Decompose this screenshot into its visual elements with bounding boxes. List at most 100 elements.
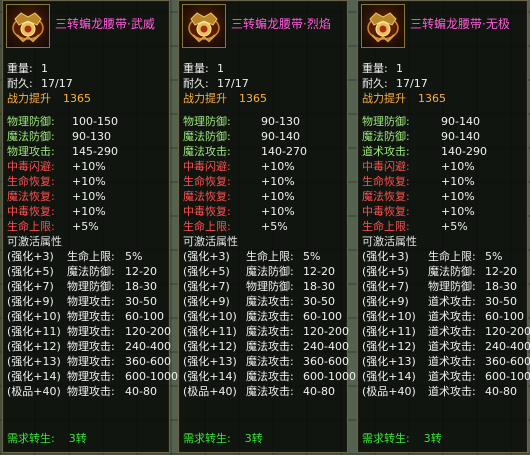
stat-row: 魔法防御: 90-140 bbox=[362, 129, 525, 144]
upgrade-stat-value: 600-1000 bbox=[125, 370, 178, 383]
upgrade-stat-label: 魔法攻击: bbox=[246, 370, 294, 383]
stat-row: 魔法防御: 90-130 bbox=[7, 129, 167, 144]
upgrade-row: (强化+5) 魔法防御: 12-20 bbox=[183, 264, 345, 279]
stat-row-value: +10% bbox=[441, 205, 475, 218]
upgrade-row: (强化+3) 生命上限: 5% bbox=[362, 249, 525, 264]
item-title: 三转蝙龙腰带·无极 bbox=[410, 17, 510, 31]
weight-row-value: 1 bbox=[396, 62, 403, 75]
stat-row: 中毒恢复: +10% bbox=[7, 204, 167, 219]
belt-item-icon bbox=[6, 4, 50, 48]
upgrade-stat-value: 600-1000 bbox=[303, 370, 356, 383]
upgrade-row: (强化+12) 物理攻击: 240-400 bbox=[7, 339, 171, 354]
upgrade-row: (强化+14) 道术攻击: 600-1000 bbox=[362, 369, 530, 384]
upgrade-row: (强化+10) 物理攻击: 60-100 bbox=[7, 309, 167, 324]
upgrade-stat-value: 5% bbox=[303, 250, 321, 263]
upgrade-stat-label: 魔法攻击: bbox=[246, 295, 294, 308]
stat-row-value: +10% bbox=[261, 160, 295, 173]
stat-row-value: 90-130 bbox=[72, 130, 111, 143]
upgrade-level: (强化+7) bbox=[362, 280, 409, 293]
weight-row: 重量: 1 bbox=[7, 61, 167, 76]
stat-row-label: 中毒闪避: bbox=[7, 160, 55, 173]
item-title: 三转蝙龙腰带·武威 bbox=[55, 17, 155, 31]
stat-row: 物理防御: 90-140 bbox=[362, 114, 525, 129]
stat-row-value: 140-290 bbox=[441, 145, 487, 158]
stat-row-label: 魔法防御: bbox=[183, 130, 231, 143]
stat-row-value: 90-140 bbox=[261, 130, 300, 143]
upgrade-stat-value: 60-100 bbox=[485, 310, 524, 323]
stat-row-value: +10% bbox=[72, 160, 106, 173]
upgrade-stat-value: 120-200 bbox=[125, 325, 171, 338]
upgrade-stat-label: 物理防御: bbox=[246, 280, 294, 293]
activatable-header: 可激活属性 bbox=[7, 234, 167, 249]
power-row: 战力提升 1365 bbox=[183, 91, 345, 106]
upgrade-stat-label: 物理防御: bbox=[428, 280, 476, 293]
upgrade-stat-value: 40-80 bbox=[485, 385, 517, 398]
upgrade-stat-value: 360-600 bbox=[485, 355, 530, 368]
upgrade-stat-label: 物理攻击: bbox=[67, 295, 115, 308]
upgrade-stat-value: 360-600 bbox=[125, 355, 171, 368]
power-row-value: 1365 bbox=[418, 92, 446, 105]
stat-row-value: 90-140 bbox=[441, 115, 480, 128]
upgrade-stat-value: 40-80 bbox=[125, 385, 157, 398]
upgrade-row: (强化+5) 魔法防御: 12-20 bbox=[362, 264, 525, 279]
stat-row-label: 物理攻击: bbox=[7, 145, 55, 158]
upgrade-stat-value: 30-50 bbox=[303, 295, 335, 308]
weight-row-value: 1 bbox=[41, 62, 48, 75]
upgrade-level: (强化+12) bbox=[7, 340, 61, 353]
stat-row-value: +10% bbox=[441, 190, 475, 203]
weight-row: 重量: 1 bbox=[362, 61, 525, 76]
upgrade-row: (强化+3) 生命上限: 5% bbox=[183, 249, 345, 264]
upgrade-stat-value: 30-50 bbox=[485, 295, 517, 308]
upgrade-stat-label: 生命上限: bbox=[67, 250, 115, 263]
upgrade-stat-label: 魔法攻击: bbox=[246, 325, 294, 338]
stat-row: 中毒闪避: +10% bbox=[7, 159, 167, 174]
requirement-label: 需求转生: bbox=[362, 432, 410, 445]
upgrade-level: (强化+14) bbox=[7, 370, 61, 383]
item-tooltip: 三转蝙龙腰带·无极 重量: 1 耐久: 17/17 战力提升 1365 物理防御: 90-14… bbox=[357, 0, 530, 453]
upgrade-stat-value: 600-1000 bbox=[485, 370, 530, 383]
durability-row-label: 耐久: bbox=[7, 77, 33, 90]
upgrade-stat-label: 道术攻击: bbox=[428, 370, 476, 383]
stat-row-label: 魔法防御: bbox=[7, 130, 55, 143]
upgrade-level: (强化+10) bbox=[183, 310, 237, 323]
upgrade-stat-value: 12-20 bbox=[125, 265, 157, 278]
upgrade-stat-value: 60-100 bbox=[303, 310, 342, 323]
upgrade-stat-value: 240-400 bbox=[303, 340, 349, 353]
upgrade-row: (强化+13) 道术攻击: 360-600 bbox=[362, 354, 530, 369]
upgrade-row: (强化+11) 物理攻击: 120-200 bbox=[7, 324, 171, 339]
upgrade-level: (强化+3) bbox=[7, 250, 54, 263]
upgrade-level: (极品+40) bbox=[183, 385, 237, 398]
stat-row-value: +10% bbox=[261, 175, 295, 188]
upgrade-stat-value: 18-30 bbox=[303, 280, 335, 293]
upgrade-row: (强化+13) 魔法攻击: 360-600 bbox=[183, 354, 349, 369]
stat-row: 生命上限: +5% bbox=[7, 219, 167, 234]
stat-row-label: 道术攻击: bbox=[362, 145, 410, 158]
upgrade-stat-label: 道术攻击: bbox=[428, 310, 476, 323]
stat-row: 物理防御: 100-150 bbox=[7, 114, 167, 129]
stat-row-value: 100-150 bbox=[72, 115, 118, 128]
stat-row: 物理防御: 90-130 bbox=[183, 114, 345, 129]
upgrade-row: (极品+40) 道术攻击: 40-80 bbox=[362, 384, 525, 399]
stat-row-value: +10% bbox=[441, 175, 475, 188]
stat-row: 魔法攻击: 140-270 bbox=[183, 144, 345, 159]
stat-row-value: +10% bbox=[261, 190, 295, 203]
stat-row: 魔法恢复: +10% bbox=[183, 189, 345, 204]
upgrade-stat-value: 5% bbox=[485, 250, 503, 263]
upgrade-row: (强化+14) 魔法攻击: 600-1000 bbox=[183, 369, 356, 384]
weight-row-label: 重量: bbox=[7, 62, 33, 75]
activatable-header: 可激活属性 bbox=[183, 234, 345, 249]
upgrade-row: (强化+9) 物理攻击: 30-50 bbox=[7, 294, 167, 309]
stat-row-value: +5% bbox=[72, 220, 99, 233]
stat-row: 生命恢复: +10% bbox=[362, 174, 525, 189]
upgrade-row: (强化+10) 道术攻击: 60-100 bbox=[362, 309, 525, 324]
weight-row-value: 1 bbox=[217, 62, 224, 75]
item-tooltip: 三转蝙龙腰带·武威 重量: 1 耐久: 17/17 战力提升 1365 物理防御: 100-1… bbox=[2, 0, 178, 453]
upgrade-level: (强化+10) bbox=[362, 310, 416, 323]
upgrade-level: (强化+13) bbox=[183, 355, 237, 368]
activatable-header-label: 可激活属性 bbox=[7, 235, 62, 248]
requirement-value: 3转 bbox=[68, 432, 87, 445]
upgrade-stat-label: 道术攻击: bbox=[428, 385, 476, 398]
stat-row-value: +5% bbox=[261, 220, 288, 233]
activatable-header: 可激活属性 bbox=[362, 234, 525, 249]
power-row-label: 战力提升 bbox=[362, 92, 406, 105]
